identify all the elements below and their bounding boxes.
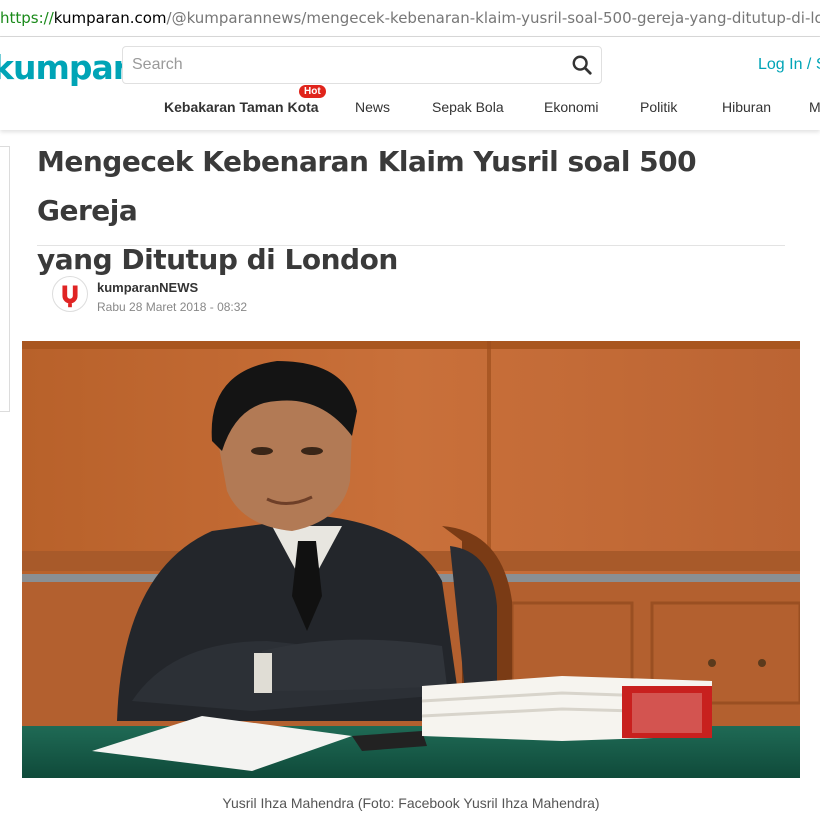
- publish-date: Rabu 28 Maret 2018 - 08:32: [97, 300, 248, 314]
- site-header: kumparan Search Log In / S Kebakaran Tam…: [0, 37, 820, 130]
- nav-item-hiburan[interactable]: Hiburan: [722, 99, 771, 115]
- nav-item-news[interactable]: News: [355, 99, 390, 115]
- photo-caption: Yusril Ihza Mahendra (Foto: Facebook Yus…: [222, 795, 600, 811]
- login-link[interactable]: Log In / S: [758, 56, 820, 74]
- author-name[interactable]: kumparanNEWS: [97, 280, 198, 295]
- search-input[interactable]: Search: [132, 56, 183, 74]
- url-scheme: https://: [0, 9, 54, 27]
- article-title-line-2: yang Ditutup di London: [37, 243, 398, 276]
- article-title: Mengecek Kebenaran Klaim Yusril soal 500…: [37, 137, 797, 284]
- article-title-line-1: Mengecek Kebenaran Klaim Yusril soal 500…: [37, 145, 697, 227]
- title-divider: [37, 245, 785, 246]
- share-sidebar: [0, 146, 10, 412]
- article-photo: [22, 341, 800, 778]
- nav-item-kebakaran-taman-kota[interactable]: Kebakaran Taman Kota: [164, 99, 319, 115]
- url-path: /@kumparannews/mengecek-kebenaran-klaim-…: [166, 9, 820, 27]
- search-icon[interactable]: [571, 54, 593, 76]
- address-bar[interactable]: https://kumparan.com/@kumparannews/menge…: [0, 0, 820, 37]
- nav-item-sepak-bola[interactable]: Sepak Bola: [432, 99, 504, 115]
- hot-badge: Hot: [299, 85, 326, 98]
- url-host: kumparan.com: [53, 9, 167, 27]
- nav-item-politik[interactable]: Politik: [640, 99, 677, 115]
- author-avatar[interactable]: [52, 276, 88, 312]
- search-box[interactable]: Search: [122, 46, 602, 84]
- nav-item-more[interactable]: M: [809, 99, 820, 115]
- nav-item-ekonomi[interactable]: Ekonomi: [544, 99, 598, 115]
